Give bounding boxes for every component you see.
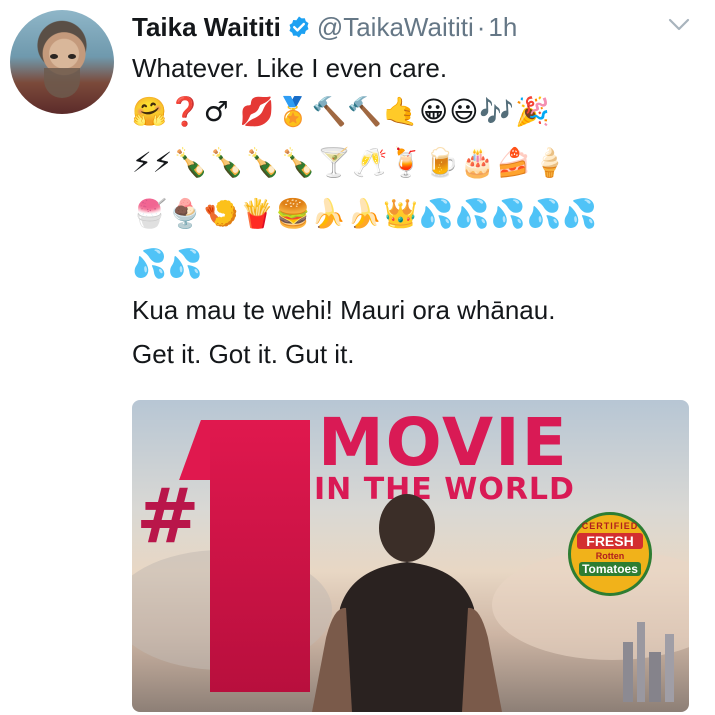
badge-fresh-text: FRESH	[577, 533, 643, 549]
media-headline: MOVIE	[318, 404, 569, 481]
certified-fresh-badge: CERTIFIED FRESH Rotten Tomatoes	[568, 512, 652, 596]
author-handle[interactable]: @TaikaWaititi	[317, 12, 474, 43]
tweet-card: Taika Waititi @TaikaWaititi · 1h Whateve…	[0, 0, 715, 715]
emoji-row: 💦💦	[132, 247, 204, 280]
badge-certified-text: CERTIFIED	[581, 521, 639, 531]
badge-tomatoes-text: Tomatoes	[579, 562, 641, 576]
city-skyline	[623, 622, 674, 702]
emoji-row: ⚡⚡🍾🍾🍾🍾🍸🥂🍹🍺🎂🍰🍦	[132, 146, 568, 179]
tweet-header: Taika Waititi @TaikaWaititi · 1h	[132, 10, 517, 44]
author-name[interactable]: Taika Waititi	[132, 12, 281, 43]
tweet-timestamp[interactable]: 1h	[488, 12, 517, 43]
badge-rotten-text: Rotten	[595, 551, 625, 561]
chevron-down-icon[interactable]	[666, 14, 692, 34]
separator-dot: ·	[476, 11, 486, 42]
emoji-row: 🤗❓♂ 💋🏅🔨🔨🤙😀😃🎶🎉	[132, 95, 552, 128]
avatar-beard	[44, 68, 80, 98]
hash-symbol: #	[136, 471, 200, 560]
verified-check-icon	[287, 15, 311, 39]
emoji-row: 🍧🍨🍤🍟🍔🍌🍌👑💦💦💦💦💦	[132, 197, 599, 230]
avatar-eye-left	[50, 54, 58, 59]
tweet-text-line: Whatever. Like I even care.	[132, 53, 448, 83]
avatar[interactable]	[10, 10, 114, 114]
tweet-text-line: Kua mau te wehi! Mauri ora whānau.	[132, 295, 556, 325]
number-one-graphic	[210, 420, 310, 692]
tweet-media-image[interactable]: # MOVIE IN THE WORLD CERTIFIED FRESH Rot…	[132, 400, 689, 712]
hero-silhouette	[312, 494, 502, 712]
tweet-text-line: Get it. Got it. Gut it.	[132, 339, 355, 369]
avatar-eye-right	[68, 54, 76, 59]
